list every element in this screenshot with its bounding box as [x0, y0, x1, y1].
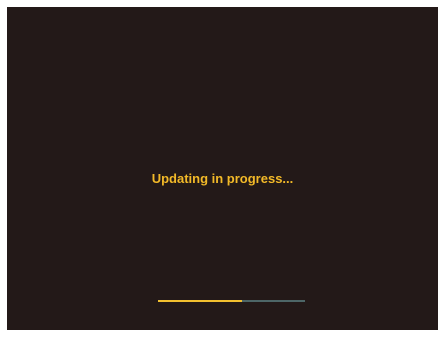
update-progress-fill: [158, 300, 242, 302]
update-progress-bar: [158, 300, 305, 302]
update-screen: Updating in progress...: [7, 7, 438, 330]
update-status-message: Updating in progress...: [151, 171, 294, 186]
